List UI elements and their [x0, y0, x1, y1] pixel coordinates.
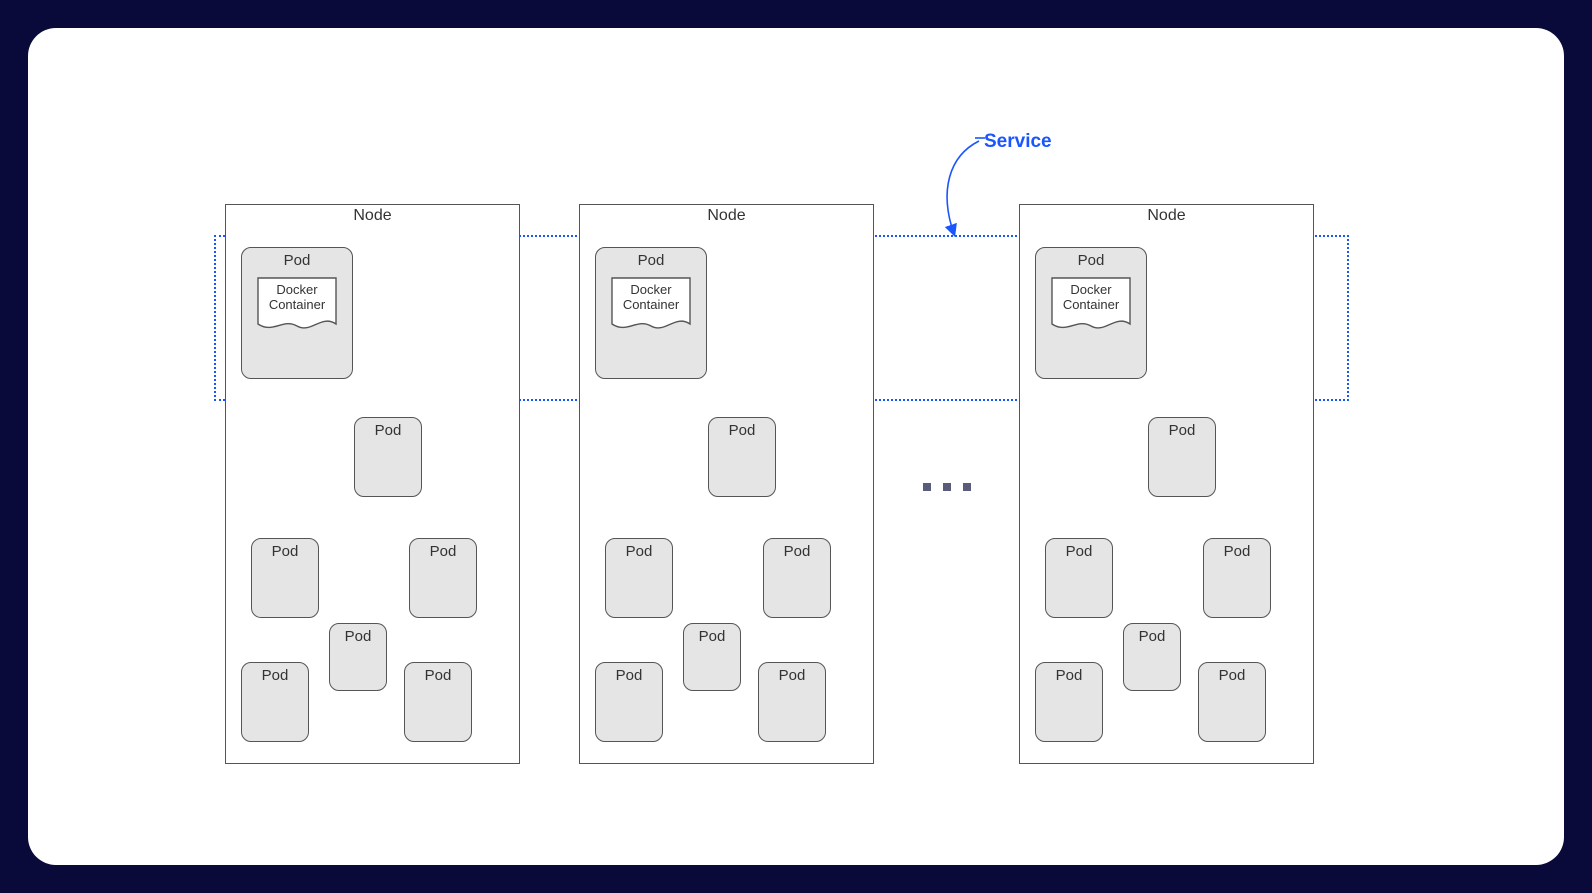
pod-label: Pod — [709, 422, 775, 439]
pod: Pod — [404, 662, 472, 742]
ellipsis-icon — [923, 483, 971, 491]
pod-with-container: Pod DockerContainer — [1035, 247, 1147, 379]
pod: Pod — [683, 623, 741, 691]
pod: Pod — [1035, 662, 1103, 742]
docker-container-label: DockerContainer — [1050, 282, 1132, 312]
pod-label: Pod — [1199, 667, 1265, 684]
pod-label: Pod — [330, 628, 386, 645]
node: Node Pod DockerContainer Pod Pod Pod Pod Pod Pod — [1019, 204, 1314, 764]
pod-label: Pod — [1036, 252, 1146, 269]
pod-label: Pod — [606, 543, 672, 560]
pod: Pod — [1148, 417, 1216, 497]
pod-label: Pod — [1204, 543, 1270, 560]
pod: Pod — [763, 538, 831, 618]
pod-label: Pod — [252, 543, 318, 560]
docker-container-label: DockerContainer — [610, 282, 692, 312]
service-arrow — [929, 136, 989, 246]
pod: Pod — [354, 417, 422, 497]
pod: Pod — [329, 623, 387, 691]
pod: Pod — [1123, 623, 1181, 691]
node-title: Node — [580, 207, 873, 225]
node-title: Node — [1020, 207, 1313, 225]
pod-label: Pod — [405, 667, 471, 684]
pod-label: Pod — [759, 667, 825, 684]
pod: Pod — [409, 538, 477, 618]
pod-label: Pod — [684, 628, 740, 645]
pod-label: Pod — [1149, 422, 1215, 439]
docker-container: DockerContainer — [256, 276, 338, 334]
pod: Pod — [605, 538, 673, 618]
pod-label: Pod — [596, 667, 662, 684]
node: Node Pod DockerContainer Pod Pod Pod Pod Pod Pod — [579, 204, 874, 764]
docker-container: DockerContainer — [610, 276, 692, 334]
pod: Pod — [1203, 538, 1271, 618]
pod-label: Pod — [1036, 667, 1102, 684]
pod-with-container: Pod DockerContainer — [595, 247, 707, 379]
pod-label: Pod — [410, 543, 476, 560]
pod-label: Pod — [1124, 628, 1180, 645]
docker-container-label: DockerContainer — [256, 282, 338, 312]
pod: Pod — [1198, 662, 1266, 742]
pod: Pod — [251, 538, 319, 618]
pod: Pod — [241, 662, 309, 742]
pod-label: Pod — [1046, 543, 1112, 560]
outer-frame: Service NodePodDockerContainerPodPodPodP… — [0, 0, 1592, 893]
node: Node Pod DockerContainer Pod Pod Pod Pod Pod Pod — [225, 204, 520, 764]
node-title: Node — [226, 207, 519, 225]
pod: Pod — [758, 662, 826, 742]
pod-label: Pod — [764, 543, 830, 560]
pod-label: Pod — [596, 252, 706, 269]
diagram-panel: Service NodePodDockerContainerPodPodPodP… — [28, 28, 1564, 865]
pod: Pod — [595, 662, 663, 742]
pod-with-container: Pod DockerContainer — [241, 247, 353, 379]
service-label: Service — [984, 131, 1052, 153]
pod: Pod — [1045, 538, 1113, 618]
pod-label: Pod — [242, 667, 308, 684]
pod-label: Pod — [242, 252, 352, 269]
pod-label: Pod — [355, 422, 421, 439]
diagram-stage: Service NodePodDockerContainerPodPodPodP… — [28, 28, 1564, 865]
pod: Pod — [708, 417, 776, 497]
docker-container: DockerContainer — [1050, 276, 1132, 334]
